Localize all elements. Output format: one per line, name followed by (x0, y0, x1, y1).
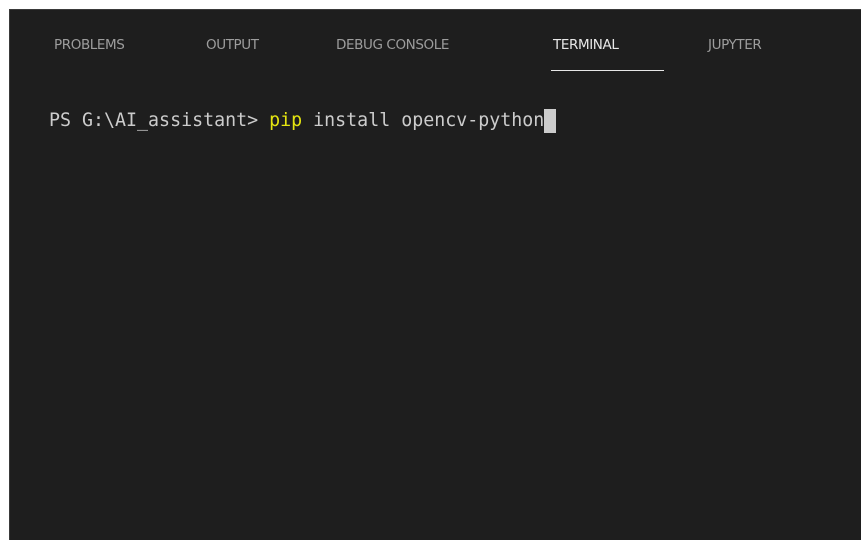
terminal-prompt: PS G:\AI_assistant> (49, 110, 270, 131)
screenshot-frame: PROBLEMS OUTPUT DEBUG CONSOLE TERMINAL J… (0, 0, 861, 540)
terminal-line: PS G:\AI_assistant> pip install opencv-p… (49, 109, 557, 133)
terminal-view[interactable]: PS G:\AI_assistant> pip install opencv-p… (10, 10, 861, 540)
bottom-panel: PROBLEMS OUTPUT DEBUG CONSOLE TERMINAL J… (9, 9, 861, 540)
terminal-arguments: install opencv-python (302, 110, 545, 131)
terminal-cursor (544, 109, 557, 133)
terminal-command: pip (269, 110, 303, 131)
